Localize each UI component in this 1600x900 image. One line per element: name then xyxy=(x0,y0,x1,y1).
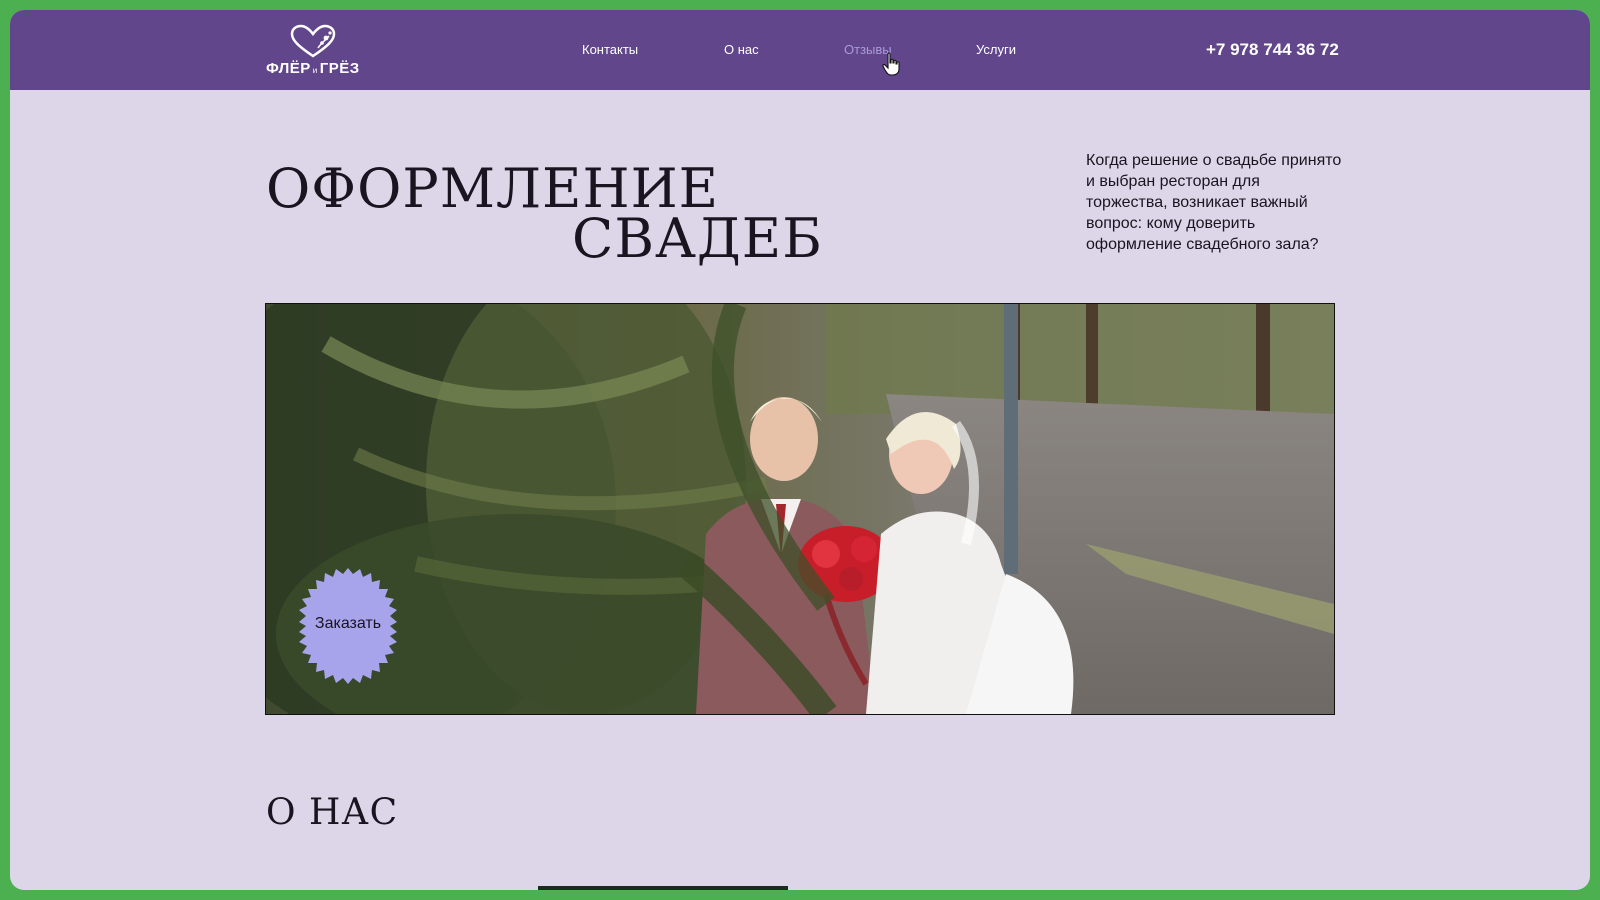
logo[interactable]: ФЛЁР и ГРЁЗ xyxy=(266,24,376,80)
about-heading: О НАС xyxy=(266,792,399,833)
logo-word-left: ФЛЁР xyxy=(266,60,311,77)
order-button[interactable]: Заказать xyxy=(290,568,406,684)
nav-services[interactable]: Услуги xyxy=(976,42,1016,57)
logo-wordmark: ФЛЁР и ГРЁЗ xyxy=(266,60,376,77)
about-image-preview xyxy=(538,886,788,890)
hero-image: Заказать xyxy=(265,303,1335,715)
page-title: ОФОРМЛЕНИЕ СВАДЕБ xyxy=(266,148,826,268)
logo-word-right: ГРЁЗ xyxy=(319,60,360,77)
wedding-couple-photo-icon xyxy=(266,304,1334,714)
page-frame: ФЛЁР и ГРЁЗ Контакты О нас Отзывы Услуги +… xyxy=(10,10,1590,890)
hand-cursor-icon xyxy=(882,52,900,76)
phone-number[interactable]: +7 978 744 36 72 xyxy=(1206,40,1339,60)
nav-contacts[interactable]: Контакты xyxy=(582,42,638,57)
order-button-label: Заказать xyxy=(314,615,382,632)
title-line-2: СВАДЕБ xyxy=(572,207,823,270)
intro-text: Когда решение о свадьбе принято и выбран… xyxy=(1086,152,1342,253)
heart-logo-icon xyxy=(290,24,336,58)
logo-word-mid: и xyxy=(312,66,318,75)
site-header: ФЛЁР и ГРЁЗ Контакты О нас Отзывы Услуги +… xyxy=(10,10,1590,90)
nav-about[interactable]: О нас xyxy=(724,42,759,57)
